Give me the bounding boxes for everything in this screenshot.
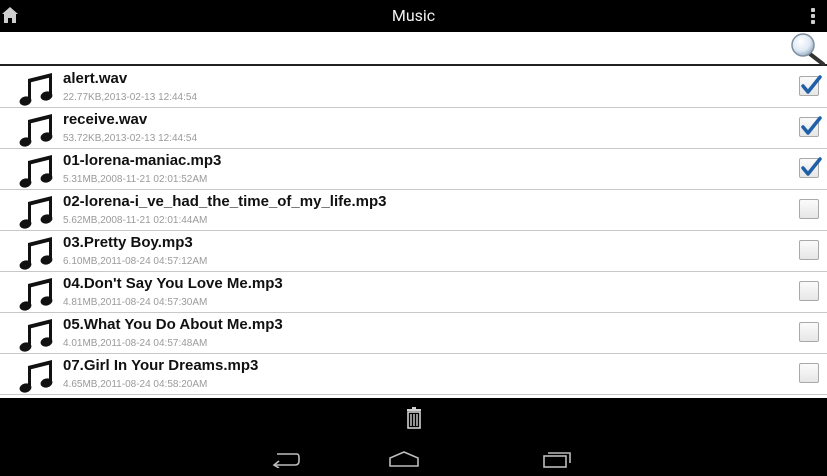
- search-button[interactable]: [789, 32, 827, 66]
- music-note-icon: [19, 235, 55, 271]
- search-input[interactable]: [0, 32, 790, 64]
- music-note-icon: [19, 153, 55, 189]
- back-icon: [272, 453, 300, 468]
- file-row[interactable]: 05.What You Do About Me.mp3 4.01MB,2011-0…: [0, 313, 827, 354]
- file-name: 01-lorena-maniac.mp3: [63, 152, 222, 169]
- action-bar: [0, 398, 827, 440]
- file-meta: 53.72KB,2013-02-13 12:44:54: [63, 133, 197, 144]
- file-meta: 4.81MB,2011-08-24 04:57:30AM: [63, 297, 208, 308]
- title-bar: Music: [0, 0, 827, 32]
- file-checkbox[interactable]: [799, 322, 819, 342]
- file-name: 02-lorena-i_ve_had_the_time_of_my_life.m…: [63, 193, 387, 210]
- file-meta: 4.01MB,2011-08-24 04:57:48AM: [63, 338, 208, 349]
- file-row[interactable]: 07.Girl In Your Dreams.mp3 4.65MB,2011-08…: [0, 354, 827, 395]
- delete-button[interactable]: [398, 403, 430, 435]
- file-row[interactable]: 01-lorena-maniac.mp3 5.31MB,2008-11-21 02…: [0, 149, 827, 190]
- search-icon: [791, 33, 825, 66]
- file-name: alert.wav: [63, 70, 128, 87]
- file-name: 03.Pretty Boy.mp3: [63, 234, 193, 251]
- file-row[interactable]: alert.wav 22.77KB,2013-02-13 12:44:54: [0, 67, 827, 108]
- file-row[interactable]: 04.Don't Say You Love Me.mp3 4.81MB,2011-…: [0, 272, 827, 313]
- page-title: Music: [391, 6, 436, 25]
- file-checkbox[interactable]: [799, 157, 822, 178]
- file-list[interactable]: alert.wav 22.77KB,2013-02-13 12:44:54 rece…: [0, 67, 827, 398]
- file-checkbox[interactable]: [799, 116, 822, 137]
- file-checkbox[interactable]: [799, 281, 819, 301]
- file-row[interactable]: receive.wav 53.72KB,2013-02-13 12:44:54: [0, 108, 827, 149]
- music-note-icon: [19, 194, 55, 230]
- search-underline: [0, 64, 827, 66]
- file-name: receive.wav: [63, 111, 148, 128]
- recents-button[interactable]: [534, 442, 578, 476]
- file-checkbox[interactable]: [799, 75, 822, 96]
- music-note-icon: [19, 71, 55, 107]
- home-nav-button[interactable]: [380, 442, 424, 476]
- system-nav-bar: [0, 440, 827, 476]
- music-note-icon: [19, 317, 55, 353]
- file-name: 05.What You Do About Me.mp3: [63, 316, 283, 333]
- screen: Music alert.wav 22.77KB,2013-02-13 12:44…: [0, 0, 827, 476]
- recents-icon: [543, 452, 571, 468]
- file-checkbox[interactable]: [799, 199, 819, 219]
- file-meta: 6.10MB,2011-08-24 04:57:12AM: [63, 256, 208, 267]
- file-name: 04.Don't Say You Love Me.mp3: [63, 275, 283, 292]
- music-note-icon: [19, 276, 55, 312]
- file-meta: 4.65MB,2011-08-24 04:58:20AM: [63, 379, 208, 390]
- file-meta: 5.31MB,2008-11-21 02:01:52AM: [63, 174, 208, 185]
- search-bar: [0, 32, 827, 67]
- file-meta: 22.77KB,2013-02-13 12:44:54: [63, 92, 197, 103]
- music-note-icon: [19, 112, 55, 148]
- file-checkbox[interactable]: [799, 363, 819, 383]
- file-checkbox[interactable]: [799, 240, 819, 260]
- home-nav-icon: [389, 451, 419, 467]
- overflow-menu-button[interactable]: [799, 0, 827, 32]
- file-row[interactable]: 03.Pretty Boy.mp3 6.10MB,2011-08-24 04:57…: [0, 231, 827, 272]
- music-note-icon: [19, 358, 55, 394]
- file-meta: 5.62MB,2008-11-21 02:01:44AM: [63, 215, 208, 226]
- file-row[interactable]: 02-lorena-i_ve_had_the_time_of_my_life.m…: [0, 190, 827, 231]
- file-name: 07.Girl In Your Dreams.mp3: [63, 357, 259, 374]
- back-button[interactable]: [263, 442, 307, 476]
- trash-icon: [407, 407, 421, 429]
